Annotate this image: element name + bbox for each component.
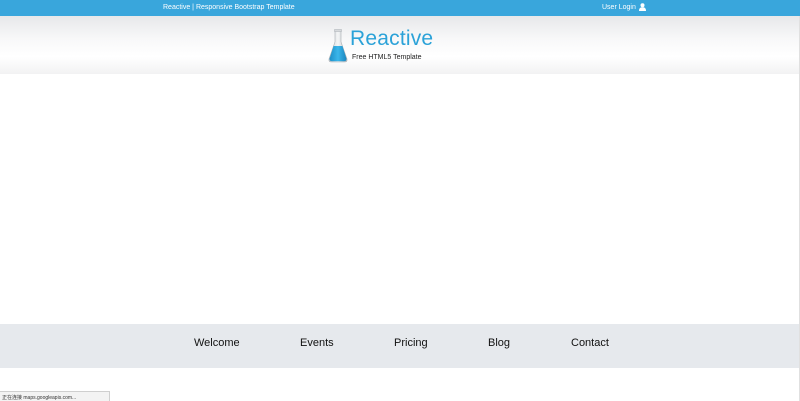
top-bar: Reactive | Responsive Bootstrap Template… [0, 0, 800, 16]
logo-link[interactable]: Reactive Free HTML5 Template [328, 27, 438, 65]
user-login-label: User Login [602, 3, 636, 11]
main-nav: Welcome Events Pricing Blog Contact [0, 324, 800, 368]
page: Reactive | Responsive Bootstrap Template… [0, 0, 800, 401]
nav-item-blog[interactable]: Blog [488, 337, 510, 349]
brand-name: Reactive [350, 27, 434, 50]
map-area [0, 74, 800, 324]
nav-item-contact[interactable]: Contact [571, 337, 609, 349]
user-login-link[interactable]: User Login [602, 3, 646, 11]
user-icon [638, 3, 646, 11]
site-title-text: Reactive | Responsive Bootstrap Template [163, 4, 295, 11]
site-header: Reactive Free HTML5 Template [0, 16, 800, 74]
nav-item-welcome[interactable]: Welcome [194, 337, 240, 349]
nav-item-events[interactable]: Events [300, 337, 334, 349]
browser-status-bar: 正在连接 maps.googleapis.com... [0, 391, 110, 401]
flask-icon [328, 29, 348, 63]
brand-tagline: Free HTML5 Template [352, 54, 422, 61]
nav-item-pricing[interactable]: Pricing [394, 337, 428, 349]
